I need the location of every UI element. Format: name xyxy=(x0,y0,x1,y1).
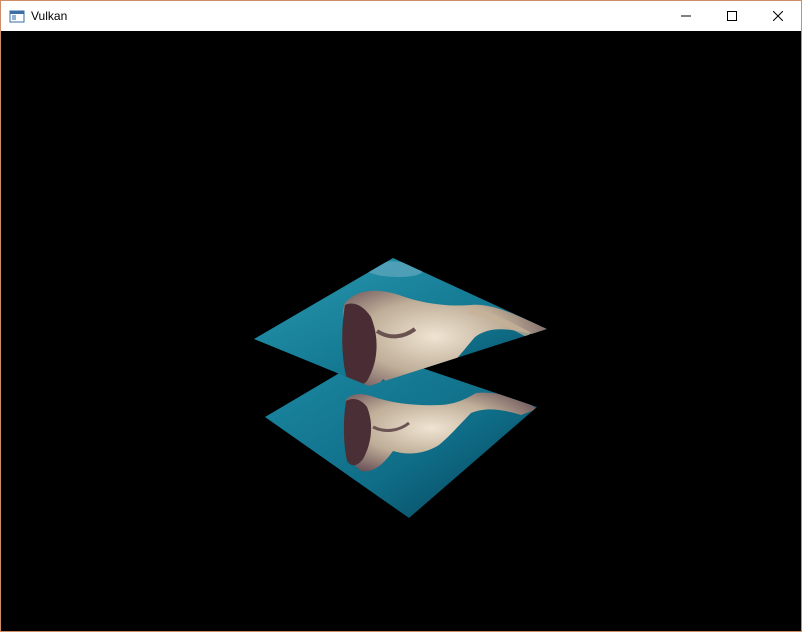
lower-textured-plane xyxy=(265,352,537,518)
application-window: Vulkan xyxy=(0,0,802,632)
close-icon xyxy=(773,11,783,21)
scene-canvas xyxy=(254,258,547,518)
maximize-icon xyxy=(727,11,737,21)
render-viewport[interactable] xyxy=(1,31,801,631)
close-button[interactable] xyxy=(755,1,801,31)
minimize-icon xyxy=(681,15,691,17)
upper-textured-plane xyxy=(254,258,547,386)
window-title: Vulkan xyxy=(31,9,68,23)
app-icon xyxy=(9,8,25,24)
window-controls xyxy=(663,1,801,31)
title-bar[interactable]: Vulkan xyxy=(1,1,801,31)
minimize-button[interactable] xyxy=(663,1,709,31)
maximize-button[interactable] xyxy=(709,1,755,31)
